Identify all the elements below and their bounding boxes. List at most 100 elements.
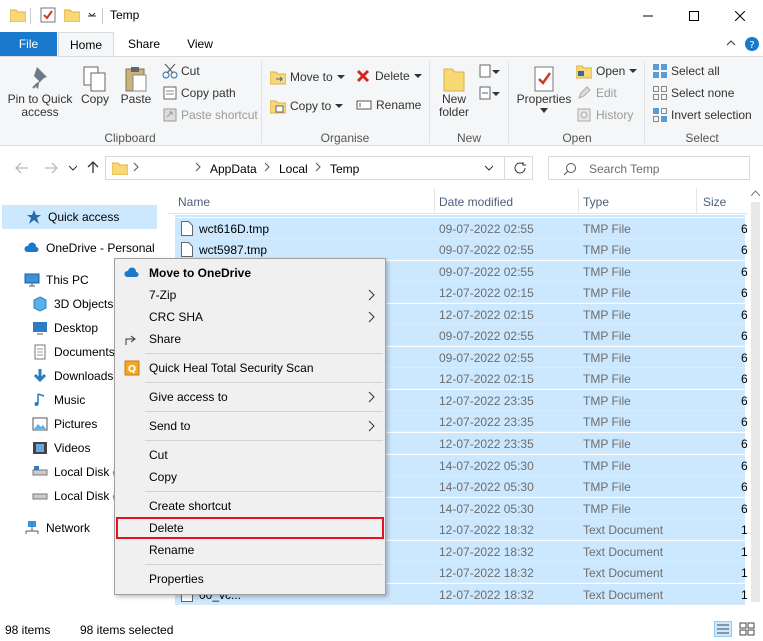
- close-button[interactable]: [717, 0, 763, 32]
- nav-local-disk-2[interactable]: Local Disk (: [32, 484, 117, 508]
- tab-share[interactable]: Share: [118, 32, 170, 56]
- breadcrumb-temp[interactable]: Temp: [330, 162, 359, 176]
- select-none-button[interactable]: Select none: [652, 85, 734, 101]
- select-all-button[interactable]: Select all: [652, 63, 720, 79]
- paste-shortcut-button[interactable]: Paste shortcut: [162, 107, 258, 123]
- address-dropdown-button[interactable]: [484, 165, 494, 173]
- svg-text:?: ?: [749, 40, 754, 51]
- file-type: TMP File: [583, 415, 631, 430]
- search-box[interactable]: Search Temp: [548, 156, 750, 180]
- delete-ribbon-button[interactable]: Delete: [356, 69, 423, 83]
- new-folder-quick-icon[interactable]: [64, 8, 80, 22]
- copy-path-button[interactable]: Copy path: [162, 85, 236, 101]
- file-date: 12-07-2022 18:32: [439, 566, 534, 581]
- nav-videos[interactable]: Videos: [32, 436, 90, 460]
- cut-label: Cut: [181, 64, 200, 78]
- ribbon-tabs: File Home Share View ?: [0, 32, 763, 57]
- nav-pictures[interactable]: Pictures: [32, 412, 97, 436]
- music-icon: [34, 393, 45, 406]
- menu-7zip[interactable]: 7-Zip: [115, 284, 385, 306]
- nav-this-pc[interactable]: This PC: [24, 268, 89, 292]
- scroll-up-icon[interactable]: [751, 190, 760, 196]
- properties-ribbon-button[interactable]: Properties: [514, 65, 574, 114]
- pin-to-quick-access-button[interactable]: Pin to Quick access: [4, 65, 76, 119]
- nav-local-disk-1[interactable]: Local Disk (: [32, 460, 117, 484]
- chevron-down-icon: [484, 165, 494, 171]
- new-folder-button[interactable]: New folder: [432, 65, 476, 119]
- menu-properties[interactable]: Properties: [115, 568, 385, 590]
- paste-button[interactable]: Paste: [118, 65, 154, 106]
- nav-downloads[interactable]: Downloads: [32, 364, 113, 388]
- refresh-button[interactable]: [513, 161, 527, 175]
- menu-move-to-onedrive[interactable]: Move to OneDrive: [115, 262, 385, 284]
- address-bar[interactable]: AppData Local Temp: [105, 156, 533, 180]
- breadcrumb-appdata[interactable]: AppData: [210, 162, 257, 176]
- nav-desktop[interactable]: Desktop: [32, 316, 98, 340]
- maximize-button[interactable]: [671, 0, 717, 32]
- large-icons-view-button[interactable]: [738, 621, 756, 637]
- nav-music[interactable]: Music: [32, 388, 85, 412]
- copy-to-button[interactable]: Copy to: [270, 98, 344, 114]
- recent-locations-button[interactable]: [68, 164, 78, 172]
- menu-send-to[interactable]: Send to: [115, 415, 385, 437]
- tab-file[interactable]: File: [0, 32, 57, 56]
- help-icon[interactable]: ?: [744, 36, 760, 52]
- menu-give-access-to[interactable]: Give access to: [115, 386, 385, 408]
- file-row[interactable]: wct5987.tmp 09-07-2022 02:55 TMP File 6: [175, 239, 748, 261]
- up-button[interactable]: [87, 160, 99, 174]
- cut-button[interactable]: Cut: [162, 63, 200, 79]
- open-label: Open: [596, 64, 626, 78]
- history-button[interactable]: History: [576, 107, 633, 123]
- rename-ribbon-button[interactable]: Rename: [356, 98, 421, 112]
- vertical-scrollbar[interactable]: [748, 188, 763, 618]
- move-to-button[interactable]: Move to: [270, 69, 346, 85]
- column-header-size[interactable]: Size: [703, 195, 726, 209]
- column-header-name[interactable]: Name: [178, 195, 210, 209]
- copy-button[interactable]: Copy: [78, 65, 112, 106]
- copy-label: Copy: [80, 92, 109, 106]
- quick-access-toolbar-dropdown-icon[interactable]: [87, 10, 97, 20]
- menu-delete[interactable]: Delete: [116, 517, 384, 539]
- tab-view[interactable]: View: [174, 32, 226, 56]
- file-date: 09-07-2022 02:55: [439, 221, 534, 236]
- pin-icon: [32, 67, 47, 89]
- column-header-type[interactable]: Type: [583, 195, 609, 209]
- file-type: TMP File: [583, 480, 631, 495]
- open-button[interactable]: Open: [576, 63, 638, 79]
- back-button[interactable]: [15, 162, 29, 174]
- menu-share-label: Share: [149, 332, 182, 346]
- forward-button[interactable]: [44, 162, 58, 174]
- file-date: 14-07-2022 05:30: [439, 458, 534, 473]
- breadcrumb-local[interactable]: Local: [279, 162, 308, 176]
- collapse-ribbon-icon[interactable]: [726, 38, 736, 48]
- menu-crc-sha[interactable]: CRC SHA: [115, 306, 385, 328]
- file-type: TMP File: [583, 286, 631, 301]
- column-headers: Name Date modified Type Size: [168, 188, 763, 214]
- nav-quick-access[interactable]: Quick access: [26, 205, 119, 229]
- menu-create-shortcut[interactable]: Create shortcut: [115, 495, 385, 517]
- minimize-button[interactable]: [625, 0, 671, 32]
- film-icon: [33, 442, 47, 454]
- nav-documents[interactable]: Documents: [32, 340, 115, 364]
- edit-button[interactable]: Edit: [576, 85, 617, 101]
- nav-network[interactable]: Network: [24, 516, 90, 540]
- details-view-button[interactable]: [714, 621, 732, 637]
- menu-share[interactable]: Share: [115, 328, 385, 350]
- nav-onedrive[interactable]: OneDrive - Personal: [24, 236, 155, 260]
- invert-selection-button[interactable]: Invert selection: [652, 107, 752, 123]
- nav-desktop-label: Desktop: [54, 321, 99, 335]
- tab-home[interactable]: Home: [58, 32, 114, 57]
- easy-access-button[interactable]: [478, 85, 500, 101]
- nav-local-disk-1-label: Local Disk (: [54, 465, 117, 479]
- menu-rename[interactable]: Rename: [115, 539, 385, 561]
- window-title: Temp: [110, 8, 140, 22]
- new-item-button[interactable]: [478, 63, 500, 79]
- column-header-date[interactable]: Date modified: [439, 195, 513, 209]
- file-row[interactable]: wct616D.tmp 09-07-2022 02:55 TMP File 6: [175, 217, 748, 239]
- menu-cut[interactable]: Cut: [115, 444, 385, 466]
- properties-quick-icon[interactable]: [40, 7, 56, 23]
- nav-3d-objects[interactable]: 3D Objects: [32, 292, 113, 316]
- file-type: TMP File: [583, 307, 631, 322]
- menu-copy[interactable]: Copy: [115, 466, 385, 488]
- menu-quick-heal-scan[interactable]: Q Quick Heal Total Security Scan: [115, 357, 385, 379]
